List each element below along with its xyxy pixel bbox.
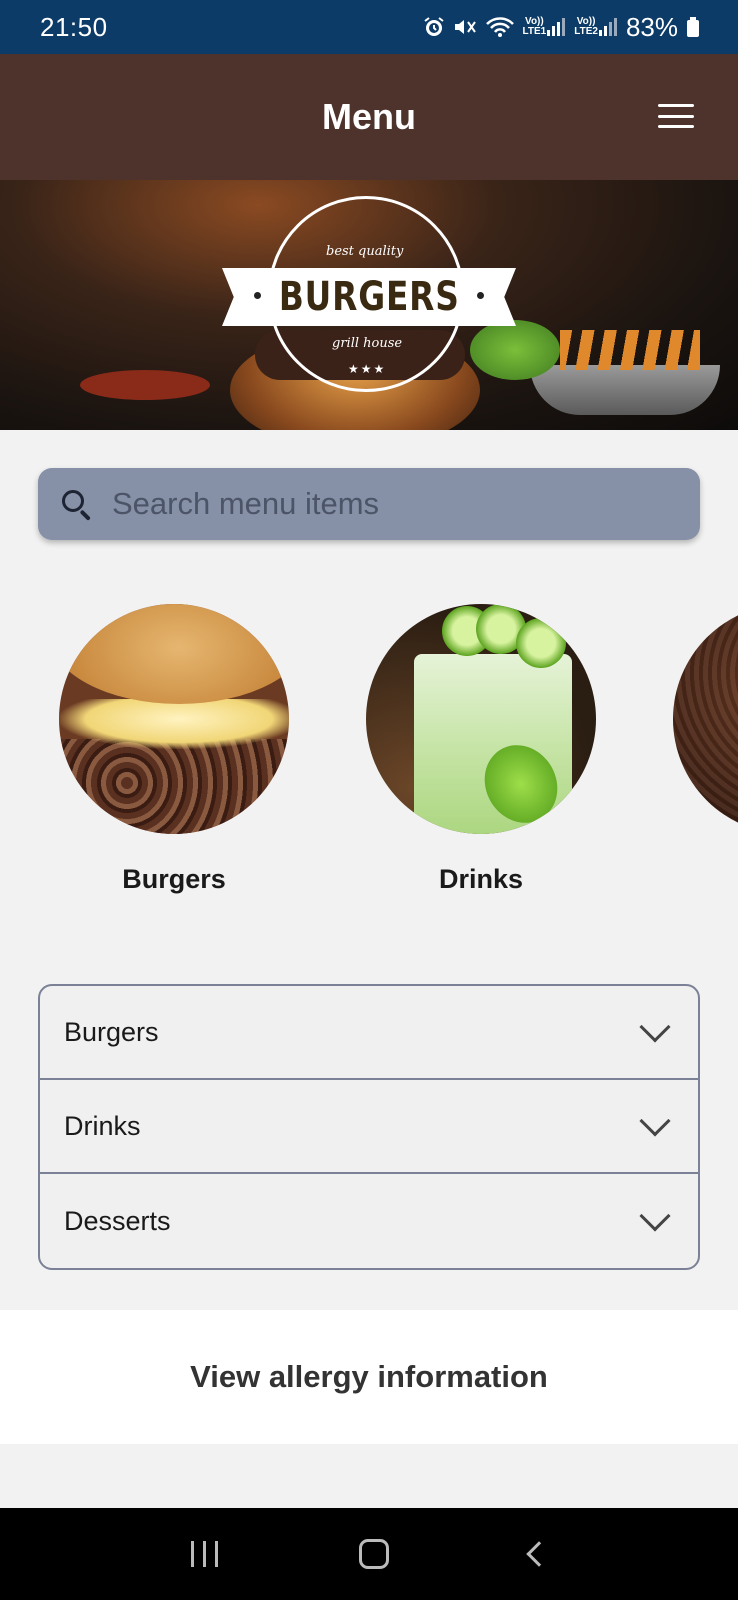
chevron-down-icon (639, 1011, 671, 1043)
system-nav-bar (0, 1508, 738, 1600)
signal-lte2-icon: Vo)) LTE2 (574, 16, 618, 38)
wifi-icon (485, 16, 515, 38)
menu-accordion: Burgers Drinks Desserts (38, 984, 700, 1270)
category-carousel[interactable]: Burgers Drinks D (0, 604, 738, 904)
hamburger-icon-line (658, 125, 694, 128)
logo-tagline-top: best quality (326, 244, 404, 259)
recents-button[interactable] (190, 1541, 218, 1567)
category-desserts[interactable]: D (668, 604, 738, 895)
hero-tomato-shape (80, 370, 210, 400)
allergy-section: View allergy information (0, 1310, 738, 1444)
hero-bowl-shape (530, 365, 720, 415)
search-bar[interactable] (38, 468, 700, 540)
category-drinks[interactable]: Drinks (361, 604, 601, 895)
accordion-item-desserts[interactable]: Desserts (40, 1174, 698, 1268)
accordion-label: Drinks (64, 1110, 141, 1141)
hamburger-icon-line (658, 104, 694, 107)
status-bar: 21:50 Vo)) LTE1 Vo)) LTE2 83% (0, 0, 738, 54)
hamburger-icon-line (658, 114, 694, 118)
logo-dot (254, 292, 261, 299)
burger-image (59, 604, 289, 834)
back-button[interactable] (525, 1541, 552, 1567)
allergy-info-link[interactable]: View allergy information (190, 1359, 548, 1395)
category-label: Drinks (438, 864, 524, 894)
mute-icon (453, 16, 477, 38)
battery-icon (686, 16, 700, 38)
search-icon (60, 488, 92, 521)
logo-stars: ★★★ (348, 362, 387, 376)
category-burgers[interactable]: Burgers (54, 604, 294, 895)
accordion-item-burgers[interactable]: Burgers (40, 986, 698, 1080)
drink-image (366, 604, 596, 834)
battery-percent: 83% (625, 11, 678, 42)
chevron-down-icon (639, 1105, 671, 1137)
status-icons: Vo)) LTE1 Vo)) LTE2 83% (423, 12, 700, 43)
home-button[interactable] (358, 1539, 389, 1569)
logo-text: BURGERS (278, 274, 460, 320)
status-time: 21:50 (40, 11, 108, 42)
category-label: D (668, 864, 738, 895)
dessert-image (673, 604, 738, 834)
logo-banner: BURGERS (222, 268, 516, 326)
logo-dot (477, 292, 484, 299)
hamburger-menu-button[interactable] (658, 104, 694, 128)
accordion-item-drinks[interactable]: Drinks (40, 1080, 698, 1174)
hero-lettuce-shape (470, 320, 560, 380)
chevron-down-icon (639, 1200, 671, 1232)
search-input[interactable] (112, 486, 700, 522)
accordion-label: Desserts (64, 1205, 171, 1236)
app-header: Menu (0, 54, 738, 180)
logo-tagline-bottom: grill house (332, 336, 403, 351)
page-title: Menu (322, 96, 416, 137)
accordion-label: Burgers (64, 1016, 159, 1047)
signal-lte1-icon: Vo)) LTE1 (523, 16, 567, 38)
category-label: Burgers (122, 864, 226, 894)
alarm-icon (423, 16, 445, 38)
hero-fries-shape (560, 330, 700, 370)
